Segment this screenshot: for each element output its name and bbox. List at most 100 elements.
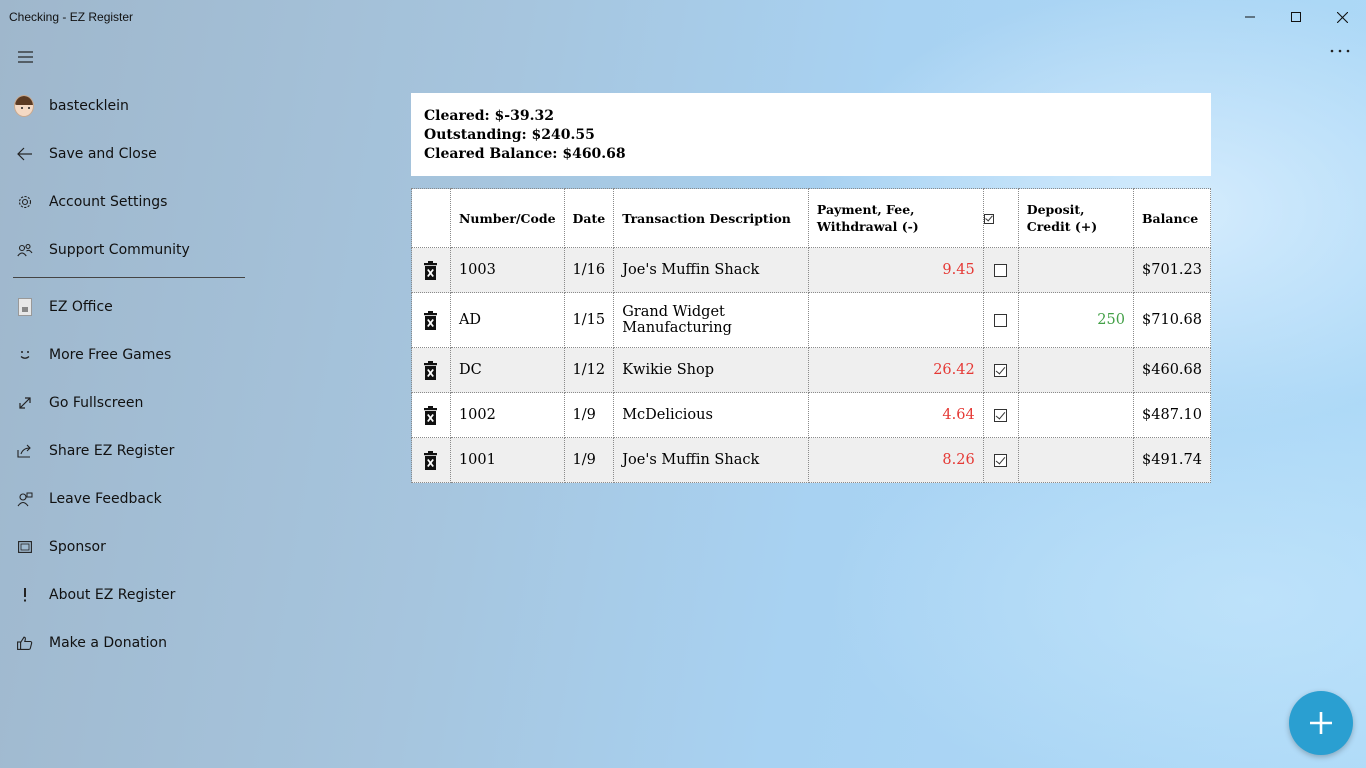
sidebar-item-sponsor[interactable]: Sponsor — [0, 525, 260, 569]
header-deposit[interactable]: Deposit, Credit (+) — [1017, 188, 1134, 248]
number-cell[interactable]: 1002 — [449, 392, 565, 438]
sidebar-item-label: Support Community — [49, 242, 190, 258]
table-row[interactable]: DC 1/12 Kwikie Shop 26.42 $460.68 — [411, 347, 1212, 393]
header-cleared[interactable] — [982, 188, 1019, 248]
maximize-icon — [1291, 12, 1301, 22]
fullscreen-icon — [15, 393, 35, 413]
date-cell[interactable]: 1/12 — [563, 347, 615, 393]
cleared-balance: Cleared Balance: $460.68 — [424, 146, 626, 162]
smiley-icon — [15, 345, 35, 365]
header-balance[interactable]: Balance — [1132, 188, 1212, 248]
outstanding-amount: Outstanding: $240.55 — [424, 127, 595, 143]
close-icon — [1336, 11, 1348, 23]
sidebar-item-save-and-close[interactable]: Save and Close — [0, 132, 260, 176]
delete-cell — [411, 347, 451, 393]
sidebar-item-label: Sponsor — [49, 539, 106, 555]
sidebar-item-go-fullscreen[interactable]: Go Fullscreen — [0, 381, 260, 425]
sidebar-item-label: Make a Donation — [49, 635, 167, 651]
delete-icon[interactable] — [424, 260, 438, 280]
sidebar-item-account-settings[interactable]: Account Settings — [0, 180, 260, 224]
delete-cell — [411, 392, 451, 438]
hamburger-menu-button[interactable] — [14, 46, 36, 68]
delete-cell — [411, 247, 451, 293]
sidebar-item-label: Leave Feedback — [49, 491, 162, 507]
number-cell[interactable]: 1003 — [449, 247, 565, 293]
cleared-checkbox[interactable] — [994, 263, 1008, 277]
header-number[interactable]: Number/Code — [449, 188, 565, 248]
ellipsis-icon — [1330, 49, 1350, 53]
delete-icon[interactable] — [424, 310, 438, 330]
description-cell[interactable]: Kwikie Shop — [613, 347, 809, 393]
cleared-amount: Cleared: $-39.32 — [424, 108, 554, 124]
hamburger-icon — [17, 51, 33, 63]
delete-icon[interactable] — [424, 450, 438, 470]
payment-cell[interactable]: 26.42 — [807, 347, 984, 393]
sidebar-item-more-free-games[interactable]: More Free Games — [0, 333, 260, 377]
date-cell[interactable]: 1/9 — [563, 392, 615, 438]
date-cell[interactable]: 1/16 — [563, 247, 615, 293]
delete-icon[interactable] — [424, 405, 438, 425]
payment-cell[interactable]: 4.64 — [807, 392, 984, 438]
description-cell[interactable]: Joe's Muffin Shack — [613, 437, 809, 483]
date-cell[interactable]: 1/15 — [563, 292, 615, 348]
header-date[interactable]: Date — [563, 188, 615, 248]
delete-cell — [411, 292, 451, 348]
cleared-checkbox[interactable] — [994, 408, 1008, 422]
sidebar-item-user[interactable]: bastecklein — [0, 84, 260, 128]
deposit-cell[interactable] — [1017, 247, 1134, 293]
sidebar-item-about[interactable]: About EZ Register — [0, 573, 260, 617]
number-cell[interactable]: 1001 — [449, 437, 565, 483]
cleared-cell — [982, 247, 1019, 293]
add-transaction-button[interactable] — [1289, 691, 1353, 755]
payment-cell[interactable] — [807, 292, 984, 348]
ez-office-icon — [15, 297, 35, 317]
sidebar-item-support-community[interactable]: Support Community — [0, 228, 260, 272]
deposit-cell[interactable] — [1017, 437, 1134, 483]
exclamation-icon — [15, 585, 35, 605]
description-cell[interactable]: Joe's Muffin Shack — [613, 247, 809, 293]
sidebar-item-share[interactable]: Share EZ Register — [0, 429, 260, 473]
deposit-cell[interactable]: 250 — [1017, 292, 1134, 348]
deposit-cell[interactable] — [1017, 392, 1134, 438]
header-checkbox-icon — [983, 214, 994, 224]
table-row[interactable]: 1003 1/16 Joe's Muffin Shack 9.45 $701.23 — [411, 247, 1212, 293]
cleared-cell — [982, 392, 1019, 438]
minimize-button[interactable] — [1227, 0, 1273, 34]
delete-icon[interactable] — [424, 360, 438, 380]
cleared-checkbox[interactable] — [994, 453, 1008, 467]
transactions-table: Number/Code Date Transaction Description… — [411, 188, 1212, 483]
header-payment[interactable]: Payment, Fee, Withdrawal (-) — [807, 188, 984, 248]
number-cell[interactable]: DC — [449, 347, 565, 393]
deposit-cell[interactable] — [1017, 347, 1134, 393]
cleared-checkbox[interactable] — [994, 363, 1008, 377]
sidebar-item-make-a-donation[interactable]: Make a Donation — [0, 621, 260, 665]
sidebar-item-leave-feedback[interactable]: Leave Feedback — [0, 477, 260, 521]
close-button[interactable] — [1319, 0, 1365, 34]
thumbs-up-icon — [15, 633, 35, 653]
balance-cell: $487.10 — [1132, 392, 1212, 438]
number-cell[interactable]: AD — [449, 292, 565, 348]
description-cell[interactable]: Grand Widget Manufacturing — [613, 292, 809, 348]
feedback-icon — [15, 489, 35, 509]
share-icon — [15, 441, 35, 461]
header-description[interactable]: Transaction Description — [613, 188, 809, 248]
table-row[interactable]: 1001 1/9 Joe's Muffin Shack 8.26 $491.74 — [411, 437, 1212, 483]
table-row[interactable]: AD 1/15 Grand Widget Manufacturing 250 $710.… — [411, 292, 1212, 348]
gear-icon — [15, 192, 35, 212]
sidebar-item-ez-office[interactable]: EZ Office — [0, 285, 260, 329]
table-row[interactable]: 1002 1/9 McDelicious 4.64 $487.10 — [411, 392, 1212, 438]
date-cell[interactable]: 1/9 — [563, 437, 615, 483]
payment-cell[interactable]: 9.45 — [807, 247, 984, 293]
cleared-checkbox[interactable] — [994, 313, 1008, 327]
table-header-row: Number/Code Date Transaction Description… — [411, 188, 1212, 248]
balance-cell: $460.68 — [1132, 347, 1212, 393]
window-title: Checking - EZ Register — [9, 10, 134, 24]
sidebar-item-label: Account Settings — [49, 194, 168, 210]
sidebar-item-label: Go Fullscreen — [49, 395, 144, 411]
payment-cell[interactable]: 8.26 — [807, 437, 984, 483]
balance-cell: $701.23 — [1132, 247, 1212, 293]
balance-summary-card: Cleared: $-39.32 Outstanding: $240.55 Cl… — [411, 93, 1211, 176]
more-options-button[interactable] — [1328, 42, 1352, 62]
description-cell[interactable]: McDelicious — [613, 392, 809, 438]
maximize-button[interactable] — [1273, 0, 1319, 34]
